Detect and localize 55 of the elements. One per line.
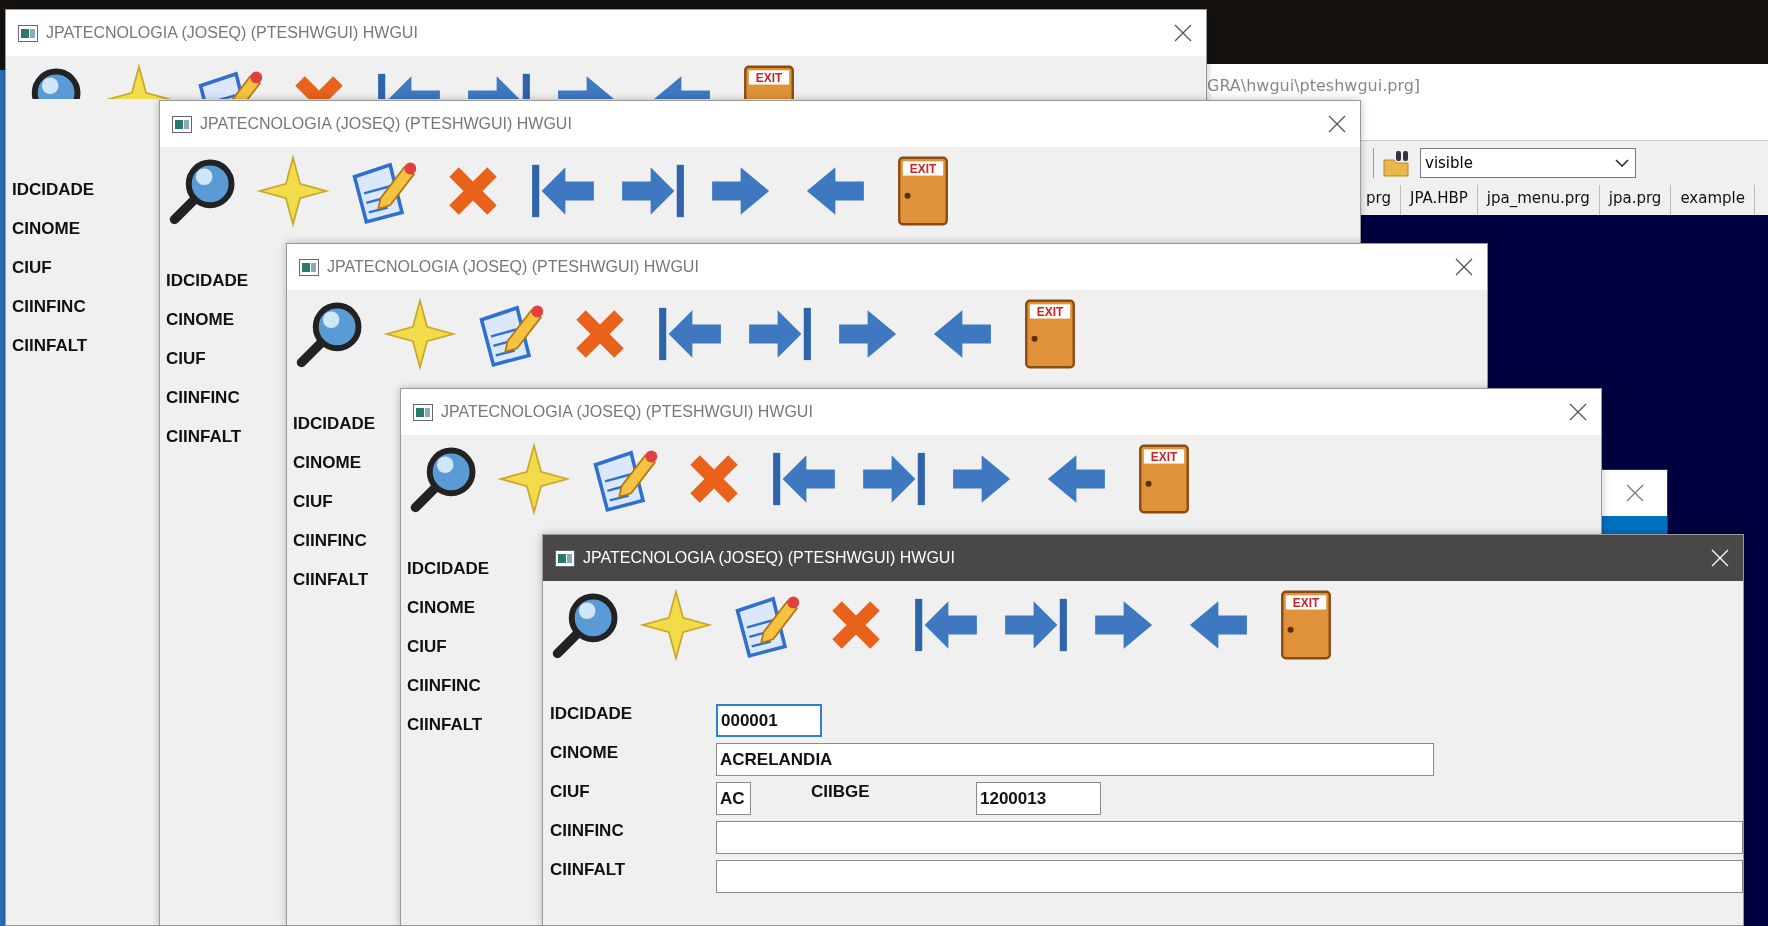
field-label: CIINFALT — [550, 859, 627, 880]
input-field[interactable]: 1200013 — [976, 782, 1101, 815]
field-label: IDCIDADE — [166, 270, 249, 292]
window-title: JPATECNOLOGIA (JOSEQ) (PTESHWGUI) HWGUI — [46, 24, 419, 42]
chevron-icon — [1615, 158, 1629, 168]
field-label: CIIBGE — [811, 781, 871, 802]
close-icon[interactable] — [1328, 115, 1346, 133]
field-label: CIINFALT — [166, 426, 242, 448]
field-label: CIUF — [407, 636, 447, 658]
field-label: CIINFINC — [293, 530, 367, 552]
star-icon[interactable] — [496, 441, 572, 517]
field-label: CIUF — [293, 491, 333, 513]
app-icon — [413, 403, 433, 421]
field-label: CINOME — [12, 218, 80, 240]
search-dropdown[interactable]: visible — [1420, 148, 1636, 178]
star-icon[interactable] — [382, 296, 458, 372]
field-label: CIINFINC — [407, 675, 481, 697]
input-field[interactable] — [716, 821, 1743, 854]
close-icon[interactable] — [1569, 403, 1587, 421]
window-title: JPATECNOLOGIA (JOSEQ) (PTESHWGUI) HWGUI — [583, 549, 956, 567]
window-title: JPATECNOLOGIA (JOSEQ) (PTESHWGUI) HWGUI — [327, 258, 700, 276]
field-label: CIUF — [550, 781, 591, 802]
file-path-text: GRA\hwgui\pteshwgui.prg] — [1207, 76, 1421, 95]
input-field[interactable]: 000001 — [716, 704, 822, 737]
close-icon[interactable] — [1455, 258, 1473, 276]
input-field[interactable] — [716, 860, 1743, 893]
window-title: JPATECNOLOGIA (JOSEQ) (PTESHWGUI) HWGUI — [200, 115, 573, 133]
field-label: CIINFALT — [407, 714, 483, 736]
field-label: CIUF — [12, 257, 52, 279]
field-label: CIINFINC — [550, 820, 625, 841]
window-title: JPATECNOLOGIA (JOSEQ) (PTESHWGUI) HWGUI — [441, 403, 814, 421]
field-label: IDCIDADE — [12, 179, 95, 201]
folder-binoculars-icon[interactable] — [1382, 148, 1412, 178]
input-field[interactable]: AC — [716, 782, 751, 815]
star-icon[interactable] — [638, 587, 714, 663]
field-label: CIINFALT — [12, 335, 88, 357]
star-icon[interactable] — [255, 153, 331, 229]
field-label: CIINFALT — [293, 569, 369, 591]
field-label: CINOME — [407, 597, 475, 619]
app-icon — [172, 115, 192, 133]
field-label: CINOME — [550, 742, 619, 763]
field-label: CINOME — [293, 452, 361, 474]
field-label: CINOME — [166, 309, 234, 331]
close-icon[interactable] — [1174, 24, 1192, 42]
field-label: IDCIDADE — [550, 703, 634, 724]
app-icon — [555, 549, 575, 567]
field-label: CIINFINC — [12, 296, 86, 318]
field-label: CIUF — [166, 348, 206, 370]
field-label: IDCIDADE — [407, 558, 490, 580]
field-label: CIINFINC — [166, 387, 240, 409]
close-icon[interactable] — [1625, 484, 1644, 502]
app-icon — [299, 258, 319, 276]
field-label: IDCIDADE — [293, 413, 376, 435]
app-icon — [18, 24, 38, 42]
input-field[interactable]: ACRELANDIA — [716, 743, 1434, 776]
